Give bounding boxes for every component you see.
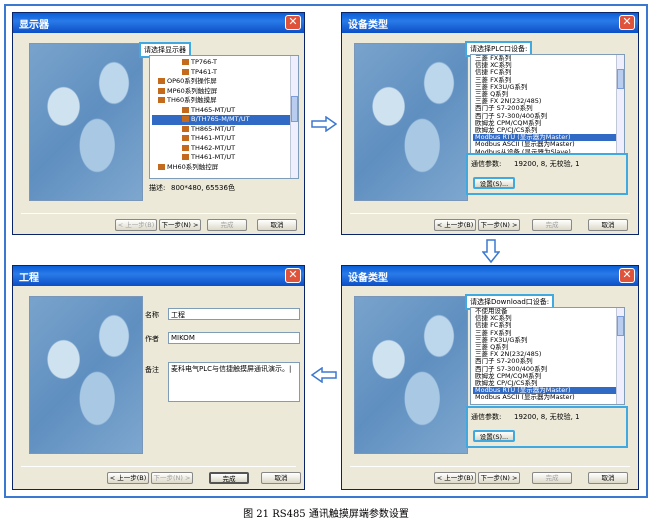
- finish-button[interactable]: 完成: [207, 219, 247, 231]
- author-label: 作者: [145, 335, 159, 343]
- cancel-button[interactable]: 取消: [588, 219, 628, 231]
- title-bar: 工程 ✕: [13, 266, 304, 286]
- desc-label: 描述:: [149, 184, 166, 192]
- arrow-left-icon: [310, 367, 337, 383]
- dialog-title: 设备类型: [348, 20, 388, 31]
- device-icon: [182, 116, 189, 122]
- finish-button[interactable]: 完成: [532, 472, 572, 484]
- figure-caption: 图 21 RS485 通讯触摸屏端参数设置: [243, 509, 409, 520]
- back-button[interactable]: < 上一步(B): [434, 472, 476, 484]
- close-icon[interactable]: ✕: [285, 15, 301, 30]
- back-button[interactable]: < 上一步(B): [115, 219, 157, 231]
- download-device-dialog: 设备类型 ✕ 请选择Download口设备: 不使用设备 信捷 XC系列 信捷 FC系…: [341, 265, 639, 490]
- device-icon: [158, 78, 165, 84]
- comm-value: 19200, 8, 无校验, 1: [514, 413, 580, 421]
- device-icon: [158, 87, 165, 94]
- title-bar: 设备类型 ✕: [342, 13, 638, 33]
- scrollbar[interactable]: [616, 55, 624, 153]
- next-button[interactable]: 下一步(N) >: [478, 219, 520, 231]
- wizard-image: [354, 43, 468, 201]
- cancel-button[interactable]: 取消: [261, 472, 301, 484]
- device-icon: [182, 154, 189, 160]
- settings-button[interactable]: 设置(S)...: [473, 177, 515, 189]
- comm-label: 通信参数:: [471, 413, 502, 421]
- next-button[interactable]: 下一步(N) >: [159, 219, 201, 231]
- title-bar: 显示器 ✕: [13, 13, 304, 33]
- wizard-image: [354, 296, 468, 454]
- list-item[interactable]: TH462-MT/UT: [152, 144, 298, 154]
- scrollbar[interactable]: [616, 308, 624, 404]
- device-icon: [182, 144, 189, 151]
- finish-button[interactable]: 完成: [532, 219, 572, 231]
- device-icon: [182, 125, 189, 132]
- desc-value: 800*480, 65536色: [171, 184, 235, 192]
- list-item[interactable]: TH60系列触摸屏: [152, 96, 298, 106]
- back-button[interactable]: < 上一步(B): [434, 219, 476, 231]
- dialog-title: 显示器: [19, 20, 49, 31]
- back-button[interactable]: < 上一步(B): [107, 472, 149, 484]
- arrow-right-icon: [311, 116, 338, 132]
- device-icon: [182, 68, 189, 75]
- cancel-button[interactable]: 取消: [588, 472, 628, 484]
- tree-list: TP766-T TP461-T OP60系列操作屏 MP60系列触控屏 TH60系列触摸…: [150, 58, 298, 172]
- cancel-button[interactable]: 取消: [257, 219, 297, 231]
- close-icon[interactable]: ✕: [619, 15, 635, 30]
- close-icon[interactable]: ✕: [619, 268, 635, 283]
- list-item[interactable]: MP60系列触控屏: [152, 87, 298, 97]
- arrow-down-icon: [482, 239, 500, 264]
- device-list[interactable]: 不使用设备 信捷 XC系列 信捷 FC系列 三菱 FX系列 三菱 FX3U/G系列 三菱 …: [470, 307, 625, 405]
- list-item[interactable]: TH465-MT/UT: [152, 106, 298, 116]
- scrollbar[interactable]: [290, 56, 298, 178]
- device-icon: [182, 106, 189, 113]
- comm-params-box: 通信参数: 19200, 8, 无校验, 1 设置(S)...: [466, 406, 628, 448]
- name-field[interactable]: 工程: [168, 308, 300, 320]
- list-item[interactable]: B/TH765-M/MT/UT: [152, 115, 298, 125]
- display-tree[interactable]: TP766-T TP461-T OP60系列操作屏 MP60系列触控屏 TH60系列触摸…: [149, 55, 299, 179]
- comm-value: 19200, 8, 无校验, 1: [514, 160, 580, 168]
- device-icon: [182, 59, 189, 65]
- list-item[interactable]: TH461-MT/UT: [152, 153, 298, 163]
- dialog-title: 工程: [19, 273, 39, 284]
- name-label: 名称: [145, 311, 159, 319]
- project-dialog: 工程 ✕ 名称 工程 作者 MIKOM 备注 麦科电气PLC与信捷触摸屏通讯演示。…: [12, 265, 305, 490]
- list-item[interactable]: MH60系列触控屏: [152, 163, 298, 173]
- list-item[interactable]: TP461-T: [152, 68, 298, 78]
- close-icon[interactable]: ✕: [285, 268, 301, 283]
- device-icon: [158, 163, 165, 170]
- plc-device-dialog: 设备类型 ✕ 请选择PLC口设备: 三菱 FX系列 信捷 XC系列 信捷 FC系列 三菱…: [341, 12, 639, 235]
- device-icon: [158, 97, 165, 103]
- list-item[interactable]: TH461-MT/UT: [152, 134, 298, 144]
- list-item[interactable]: TP766-T: [152, 58, 298, 68]
- note-field[interactable]: 麦科电气PLC与信捷触摸屏通讯演示。|: [168, 362, 300, 402]
- note-label: 备注: [145, 366, 159, 374]
- title-bar: 设备类型 ✕: [342, 266, 638, 286]
- display-dialog: 显示器 ✕ 请选择显示器 TP766-T TP461-T OP60系列操作屏 MP60系…: [12, 12, 305, 235]
- device-icon: [182, 135, 189, 141]
- wizard-image: [29, 296, 143, 454]
- comm-params-box: 通信参数: 19200, 8, 无校验, 1 设置(S)...: [466, 153, 628, 195]
- author-field[interactable]: MIKOM: [168, 332, 300, 344]
- list-item[interactable]: Modbus ASCII (显示器为Master): [473, 394, 624, 401]
- next-button[interactable]: 下一步(N) >: [478, 472, 520, 484]
- list-item[interactable]: TH865-MT/UT: [152, 125, 298, 135]
- dialog-title: 设备类型: [348, 273, 388, 284]
- finish-button[interactable]: 完成: [209, 472, 249, 484]
- list-item[interactable]: OP60系列操作屏: [152, 77, 298, 87]
- device-list[interactable]: 三菱 FX系列 信捷 XC系列 信捷 FC系列 三菱 FX系列 三菱 FX3U/G系列三…: [470, 54, 625, 154]
- comm-label: 通信参数:: [471, 160, 502, 168]
- wizard-image: [29, 43, 143, 201]
- next-button[interactable]: 下一步(N) >: [151, 472, 193, 484]
- settings-button[interactable]: 设置(S)...: [473, 430, 515, 442]
